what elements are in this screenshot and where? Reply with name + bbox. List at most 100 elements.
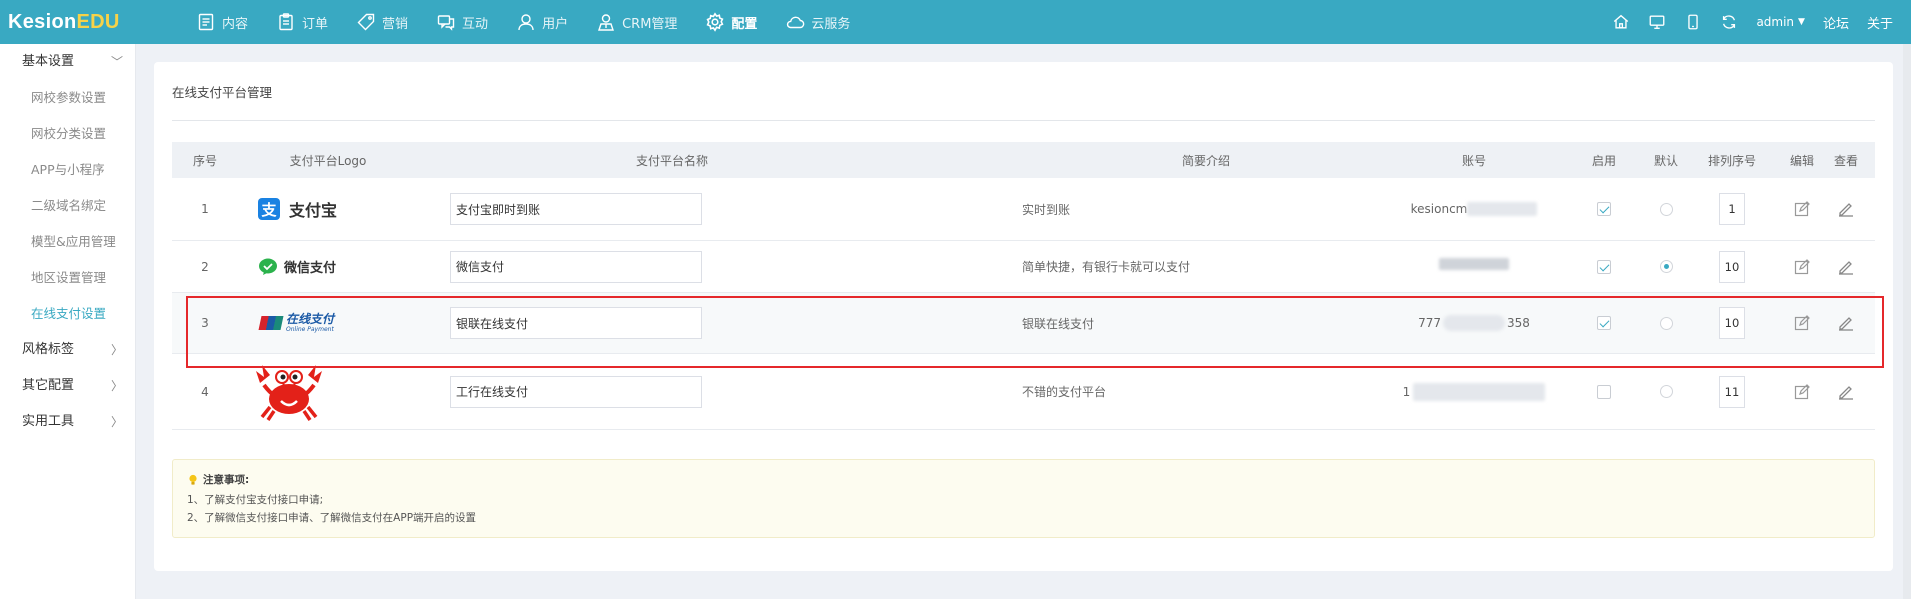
payment-account: kesioncm [1386, 178, 1562, 240]
chevron-right-icon: 〉 [110, 379, 123, 393]
nav-item-crm[interactable]: CRM管理 [596, 12, 677, 32]
edit-icon[interactable] [1793, 314, 1811, 332]
gear-icon [706, 12, 724, 32]
admin-menu[interactable]: admin ▼ [1756, 15, 1805, 29]
edit-icon[interactable] [1793, 200, 1811, 218]
caret-down-icon: ▼ [1798, 17, 1805, 27]
tag-icon [357, 13, 375, 31]
enabled-checkbox[interactable] [1597, 316, 1611, 330]
payment-name-input[interactable] [450, 307, 702, 339]
enabled-checkbox[interactable] [1597, 384, 1611, 399]
sidebar-item-app-miniprogram[interactable]: APP与小程序 [0, 152, 135, 188]
enabled-checkbox[interactable] [1597, 202, 1611, 216]
pencil-icon[interactable] [1837, 314, 1855, 332]
cloud-icon [787, 16, 805, 29]
row-index: 2 [201, 259, 209, 274]
payment-intro: 实时到账 [1022, 202, 1071, 217]
nav-item-interaction[interactable]: 互动 [436, 12, 488, 32]
notice-title: 注意事项: [203, 474, 250, 486]
alipay-logo-icon: 支 [258, 198, 280, 220]
top-right-tools: admin ▼ 论坛 关于 [1594, 0, 1893, 44]
home-icon [1614, 14, 1629, 29]
home-button[interactable] [1612, 13, 1630, 31]
payment-account: 777 358 [1418, 315, 1530, 331]
user-icon [518, 14, 534, 31]
default-radio[interactable] [1659, 202, 1673, 216]
chat-icon [437, 15, 455, 31]
notice-line: 2、了解微信支付接口申请、了解微信支付在APP端开启的设置 [187, 512, 477, 524]
edit-icon[interactable] [1793, 383, 1811, 401]
page-title: 在线支付平台管理 [172, 85, 273, 100]
chevron-right-icon: 〉 [110, 415, 123, 429]
document-icon [198, 13, 214, 31]
row-index: 3 [201, 316, 209, 330]
default-radio[interactable] [1659, 385, 1673, 398]
refresh-icon [1723, 15, 1736, 29]
sidebar-item-regions[interactable]: 地区设置管理 [0, 260, 135, 296]
monitor-icon [1650, 15, 1665, 29]
lightbulb-icon [189, 474, 197, 485]
col-header-order: 排列序号 [1707, 153, 1756, 168]
nav-item-config[interactable]: 配置 [705, 12, 757, 32]
col-header-logo: 支付平台Logo [289, 153, 367, 168]
nav-item-marketing[interactable]: 营销 [356, 12, 408, 32]
sidebar-group-style-tags[interactable]: 风格标签〉 [0, 332, 135, 368]
masked-account [1439, 257, 1509, 270]
pencil-icon[interactable] [1837, 200, 1855, 218]
sidebar-group-tools[interactable]: 实用工具〉 [0, 404, 135, 440]
sidebar-item-school-category[interactable]: 网校分类设置 [0, 116, 135, 152]
mobile-icon [1688, 14, 1699, 30]
payment-intro: 不错的支付平台 [1022, 385, 1107, 399]
payment-name-input[interactable] [450, 375, 702, 408]
pencil-icon[interactable] [1837, 383, 1855, 401]
order-input[interactable] [1719, 307, 1745, 339]
nav-item-orders[interactable]: 订单 [276, 12, 328, 32]
default-radio[interactable] [1659, 316, 1673, 330]
app-logo[interactable]: KesionEDU [0, 11, 196, 34]
table-header: 序号 支付平台Logo 支付平台名称 简要介绍 账号 启用 默认 排列序号 编辑… [172, 142, 1875, 178]
row-index: 1 [201, 202, 209, 216]
sidebar-item-subdomain[interactable]: 二级域名绑定 [0, 188, 135, 224]
mobile-preview-button[interactable] [1684, 13, 1702, 31]
desktop-preview-button[interactable] [1648, 13, 1666, 31]
sidebar-group-other-config[interactable]: 其它配置〉 [0, 368, 135, 404]
order-input[interactable] [1719, 250, 1745, 283]
main-card: 在线支付平台管理 序号 支付平台Logo 支付平台名称 简要介绍 账号 启用 默… [154, 62, 1893, 571]
order-input[interactable] [1719, 375, 1745, 408]
payment-account: 1 [1386, 354, 1562, 429]
crab-logo-icon [256, 364, 322, 421]
enabled-checkbox[interactable] [1597, 259, 1611, 274]
notice-line: 1、了解支付宝支付接口申请; [187, 494, 324, 506]
crm-icon [598, 14, 615, 31]
payment-name-input[interactable] [450, 250, 702, 283]
sidebar-item-online-payment[interactable]: 在线支付设置 [0, 296, 135, 332]
pencil-icon[interactable] [1837, 258, 1855, 276]
default-radio[interactable] [1659, 260, 1673, 273]
scrollbar[interactable] [1903, 44, 1911, 599]
edit-icon[interactable] [1793, 258, 1811, 276]
payment-name-input[interactable] [450, 193, 702, 225]
table-row: 3 在线支付 Online Payment 银联在线支付 777358 [172, 293, 1875, 354]
sidebar-group-basic[interactable]: 基本设置 ﹀ [0, 44, 135, 80]
refresh-button[interactable] [1720, 13, 1738, 31]
about-link[interactable]: 关于 [1867, 13, 1893, 32]
chevron-down-icon: ﹀ [110, 55, 123, 69]
nav-item-users[interactable]: 用户 [516, 12, 568, 32]
table-row: 2 微信支付 简单快捷，有银行卡就可以支付 [172, 241, 1875, 293]
sidebar-item-models-apps[interactable]: 模型&应用管理 [0, 224, 135, 260]
wechat-pay-logo-icon [259, 258, 277, 275]
masked-account [1443, 315, 1505, 331]
col-header-view: 查看 [1833, 153, 1858, 168]
nav-item-content[interactable]: 内容 [196, 12, 248, 32]
top-bar: KesionEDU 内容 订单 营销 互动 用户 CRM管理 配置 云服务 ad… [0, 0, 1911, 44]
masked-account [1467, 202, 1538, 216]
chevron-right-icon: 〉 [110, 343, 123, 357]
order-input[interactable] [1719, 193, 1745, 225]
payment-logo [254, 354, 414, 429]
table-row: 1 支支付宝 实时到账 kesioncm [172, 178, 1875, 241]
sidebar-item-school-params[interactable]: 网校参数设置 [0, 80, 135, 116]
title-divider [172, 120, 1875, 121]
nav-item-cloud[interactable]: 云服务 [785, 12, 850, 32]
masked-account [1413, 382, 1546, 401]
forum-link[interactable]: 论坛 [1823, 13, 1849, 32]
